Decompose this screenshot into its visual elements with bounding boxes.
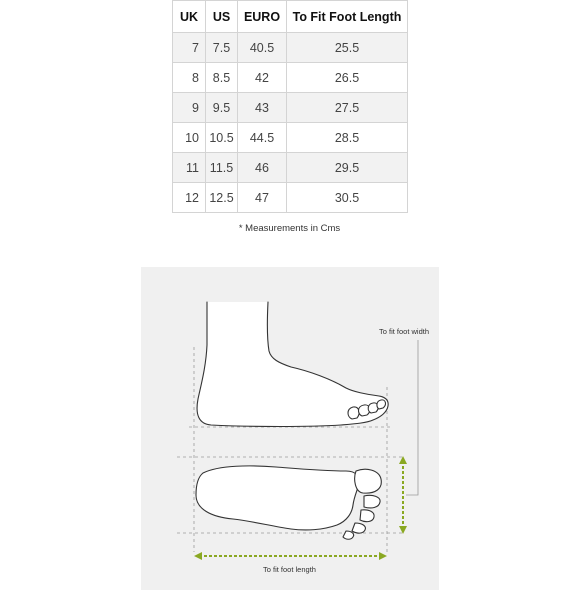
cell-uk: 8 (172, 62, 206, 93)
length-arrow-head-right (379, 552, 387, 560)
cell-us: 8.5 (205, 62, 238, 93)
cell-foot-length: 29.5 (286, 152, 408, 183)
table-row: 11 11.5 46 29.5 (172, 152, 408, 183)
table-row: 8 8.5 42 26.5 (172, 62, 408, 93)
cell-us: 9.5 (205, 92, 238, 123)
foot-diagram-illustration (177, 301, 419, 560)
cell-us: 12.5 (205, 182, 238, 213)
foot-length-label: To fit foot length (263, 565, 316, 574)
side-foot-toe-1 (347, 406, 360, 420)
length-arrow-head-left (194, 552, 202, 560)
cell-euro: 42 (237, 62, 287, 93)
width-indicator (399, 340, 419, 534)
big-toe (354, 468, 382, 494)
foot-width-label: To fit foot width (379, 327, 430, 336)
cell-foot-length: 28.5 (286, 122, 408, 153)
table-row: 10 10.5 44.5 28.5 (172, 122, 408, 153)
header-uk: UK (172, 0, 206, 33)
cell-us: 7.5 (205, 32, 238, 63)
cell-euro: 46 (237, 152, 287, 183)
toe-3 (359, 509, 375, 523)
table-row: 12 12.5 47 30.5 (172, 182, 408, 213)
sole-outline (195, 465, 360, 531)
cell-uk: 7 (172, 32, 206, 63)
toe-2 (363, 494, 381, 509)
cell-foot-length: 27.5 (286, 92, 408, 123)
cell-euro: 40.5 (237, 32, 287, 63)
size-chart-table: UK US EURO To Fit Foot Length 7 7.5 40.5… (172, 0, 408, 213)
cell-euro: 43 (237, 92, 287, 123)
side-view-foot (196, 301, 389, 428)
measurement-note: * Measurements in Cms (238, 223, 341, 234)
cell-uk: 10 (172, 122, 206, 153)
header-us: US (205, 0, 238, 33)
table-row: 7 7.5 40.5 25.5 (172, 32, 408, 63)
cell-uk: 12 (172, 182, 206, 213)
cell-us: 11.5 (205, 152, 238, 183)
cell-foot-length: 26.5 (286, 62, 408, 93)
side-foot-toe-4 (376, 399, 386, 410)
toe-5 (342, 530, 355, 540)
table-header-row: UK US EURO To Fit Foot Length (172, 0, 408, 33)
header-foot-length: To Fit Foot Length (286, 0, 408, 33)
cell-euro: 47 (237, 182, 287, 213)
cell-us: 10.5 (205, 122, 238, 153)
cell-uk: 11 (172, 152, 206, 183)
toe-4 (351, 522, 366, 534)
cell-euro: 44.5 (237, 122, 287, 153)
foot-measurement-diagram: To fit foot width To fit foot length (141, 267, 439, 590)
cell-foot-length: 25.5 (286, 32, 408, 63)
table-row: 9 9.5 43 27.5 (172, 92, 408, 123)
top-view-foot (195, 465, 382, 540)
width-leader-line (406, 340, 419, 496)
length-indicator (194, 552, 387, 560)
header-euro: EURO (237, 0, 287, 33)
cell-uk: 9 (172, 92, 206, 123)
cell-foot-length: 30.5 (286, 182, 408, 213)
